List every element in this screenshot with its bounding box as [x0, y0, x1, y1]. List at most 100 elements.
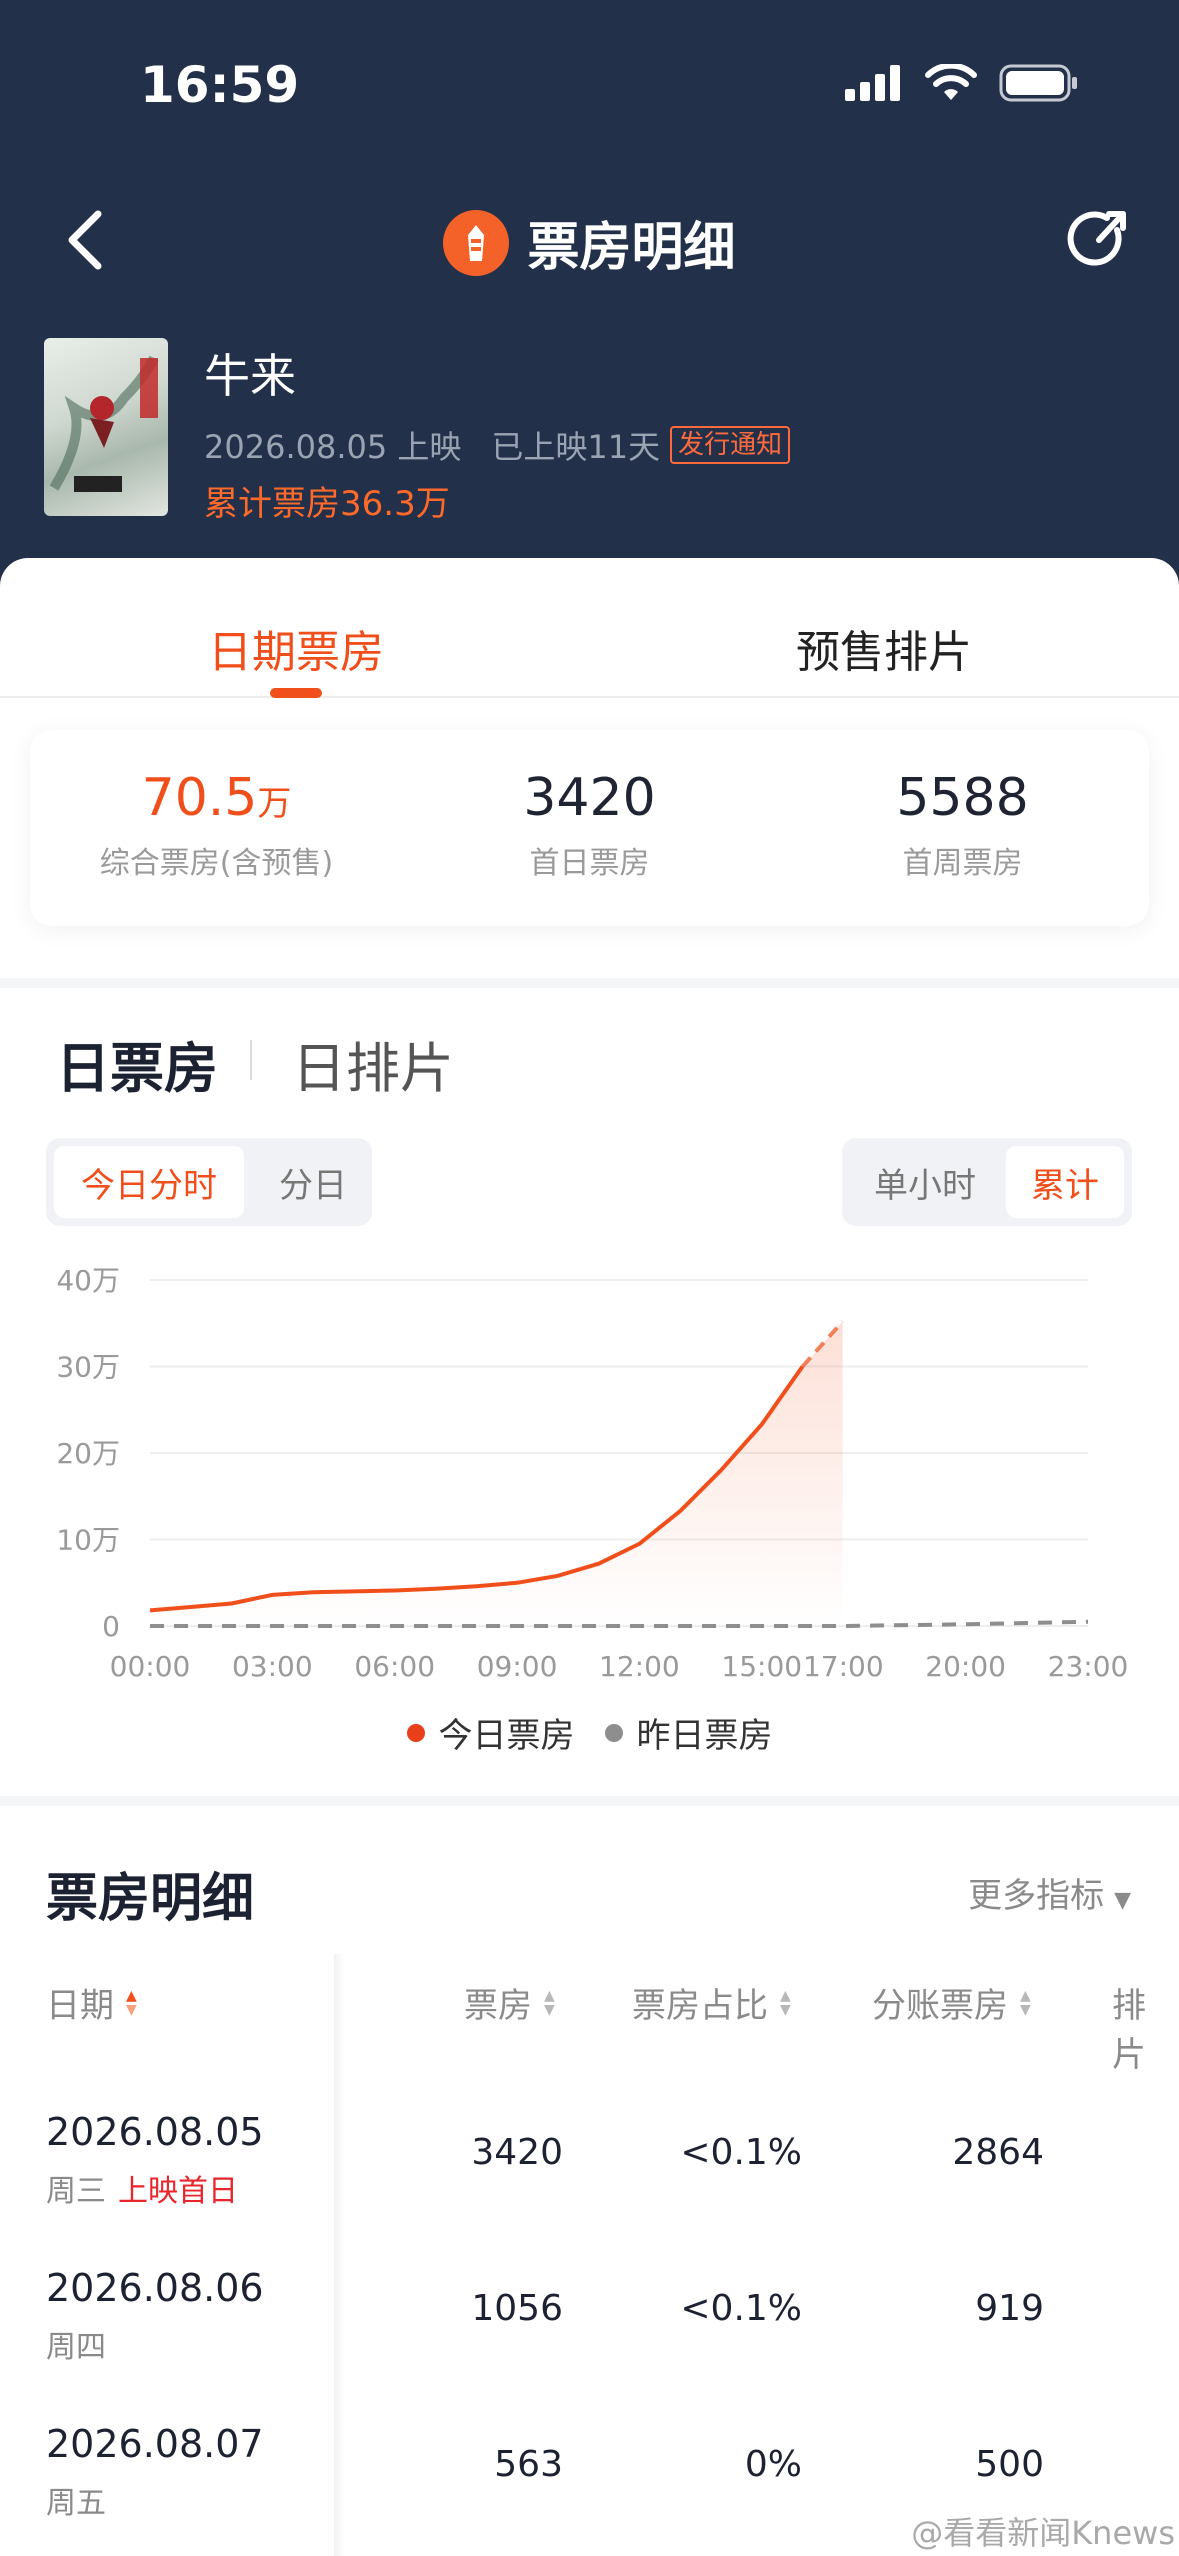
- stat-total-value: 70.5: [141, 768, 258, 828]
- sort-icon: ▲ ▼: [544, 1987, 555, 2018]
- wifi-icon: [925, 64, 977, 100]
- legend-dot-yesterday: [604, 1723, 623, 1742]
- row-date: 2026.08.05: [46, 2110, 264, 2154]
- row-share: <0.1%: [680, 2132, 802, 2173]
- y-tick-label: 40万: [56, 1264, 120, 1297]
- seg-cumulative[interactable]: 累计: [1006, 1146, 1124, 1218]
- x-tick-label: 00:00: [110, 1650, 191, 1683]
- stat-first-day-value: 3420: [523, 768, 656, 828]
- seg-by-day[interactable]: 分日: [268, 1146, 358, 1218]
- header-box[interactable]: 票房 ▲ ▼: [464, 1978, 555, 2027]
- x-tick-label: 03:00: [232, 1650, 313, 1683]
- legend-dot-today: [406, 1723, 425, 1742]
- row-weekday: 周五: [46, 2486, 106, 2521]
- seg-single-hour[interactable]: 单小时: [862, 1146, 988, 1218]
- header-schedule-label: 排片: [1112, 1986, 1146, 2075]
- battery-icon: [999, 64, 1077, 102]
- header-share[interactable]: 票房占比 ▲ ▼: [632, 1978, 791, 2027]
- page-title: 票房明细: [527, 218, 736, 278]
- more-metrics-button[interactable]: 更多指标 ▼: [968, 1868, 1131, 1917]
- release-notice-badge[interactable]: 发行通知: [670, 426, 791, 464]
- table-card: 票房明细 更多指标 ▼ 日期 ▲ ▼ 票房 ▲ ▼ 票房占比 ▲ ▼ 分账票房 ▲ ▼ 排…: [0, 1806, 1179, 2556]
- status-time: 16:59: [140, 56, 300, 114]
- total-box-office: 累计票房36.3万: [204, 484, 450, 524]
- row-tag: 上映首日: [118, 2174, 238, 2209]
- watermark: @看看新闻Knews: [911, 2514, 1175, 2552]
- header-date-label: 日期: [46, 1986, 114, 2026]
- header-box-label: 票房: [464, 1986, 532, 2026]
- x-tick-label: 06:00: [354, 1650, 435, 1683]
- legend-today-label: 今日票房: [438, 1716, 575, 1756]
- x-tick-label: 20:00: [925, 1650, 1006, 1683]
- days-showing: 已上映11天: [491, 428, 661, 466]
- table-row[interactable]: 2026.08.05 周三 上映首日 3420 <0.1% 2864: [0, 2096, 1179, 2252]
- header-date[interactable]: 日期 ▲ ▼: [46, 1978, 137, 2027]
- tab-bar: 日期票房 预售排片: [0, 558, 1179, 698]
- sort-icon: ▲ ▼: [1020, 1987, 1031, 2018]
- row-date: 2026.08.07: [46, 2422, 264, 2466]
- tab-underline: [270, 688, 322, 698]
- x-tick-label: 17:00: [803, 1650, 884, 1683]
- signal-icon: [845, 65, 900, 101]
- sort-icon: ▲ ▼: [780, 1987, 791, 2018]
- x-tick-label: 23:00: [1048, 1650, 1129, 1683]
- row-split: 500: [975, 2444, 1044, 2485]
- row-split: 2864: [952, 2132, 1044, 2173]
- movie-meta: 2026.08.05 上映 已上映11天 发行通知: [204, 422, 791, 468]
- stat-first-week-label: 首周票房: [902, 846, 1023, 881]
- header-share-label: 票房占比: [632, 1986, 768, 2026]
- movie-title: 牛来: [204, 349, 296, 403]
- chart-legend: 今日票房 昨日票房: [0, 1708, 1179, 1757]
- legend-yesterday-label: 昨日票房: [636, 1716, 773, 1756]
- stats-summary: 70.5万 综合票房(含预售) 3420 首日票房 5588 首周票房: [30, 730, 1149, 926]
- more-metrics-label: 更多指标: [968, 1876, 1105, 1916]
- table-row[interactable]: 2026.08.06 周四 1056 <0.1% 919: [0, 2252, 1179, 2408]
- tab-date-box-office[interactable]: 日期票房: [208, 616, 384, 680]
- share-icon[interactable]: [1065, 206, 1131, 272]
- stat-first-day-label: 首日票房: [529, 846, 650, 881]
- header-split-label: 分账票房: [872, 1986, 1008, 2026]
- row-share: <0.1%: [680, 2288, 802, 2329]
- time-mode-toggle: 今日分时 分日: [46, 1138, 372, 1226]
- tab-daily-box-office[interactable]: 日票房: [56, 1024, 218, 1103]
- box-office-chart[interactable]: 40万 30万 20万 10万 0 00:00 03:00 06:00 09:00 12:00 1…: [0, 1250, 1179, 1690]
- legend-today[interactable]: 今日票房: [406, 1708, 575, 1757]
- status-icons: [845, 64, 1079, 102]
- row-split: 919: [975, 2288, 1044, 2329]
- y-tick-label: 30万: [56, 1351, 120, 1384]
- divider: [250, 1040, 252, 1080]
- header: 16:59 票房明细 牛来 2026.08.05 上映 已上映11天 发行通知 …: [0, 0, 1179, 620]
- aggregate-toggle: 单小时 累计: [842, 1138, 1132, 1226]
- nav-title: 票房明细: [0, 205, 1179, 280]
- y-tick-label: 10万: [56, 1524, 120, 1557]
- logo-icon: [443, 209, 510, 276]
- table-title: 票房明细: [46, 1869, 255, 1929]
- y-tick-label: 0: [102, 1610, 120, 1643]
- stat-total-unit: 万: [257, 784, 292, 824]
- tab-daily-schedule[interactable]: 日排片: [292, 1024, 454, 1103]
- stat-first-week[interactable]: 5588 首周票房: [776, 768, 1149, 882]
- caret-down-icon: ▼: [1114, 1888, 1131, 1913]
- stat-first-day[interactable]: 3420 首日票房: [403, 768, 776, 882]
- row-box: 563: [494, 2444, 563, 2485]
- movie-poster[interactable]: [44, 338, 168, 516]
- header-schedule[interactable]: 排片: [1112, 1978, 1179, 2076]
- row-weekday: 周三: [46, 2174, 106, 2209]
- legend-yesterday[interactable]: 昨日票房: [604, 1708, 773, 1757]
- row-box: 3420: [471, 2132, 563, 2173]
- x-tick-label: 12:00: [599, 1650, 680, 1683]
- row-box: 1056: [471, 2288, 563, 2329]
- seg-today-hourly[interactable]: 今日分时: [54, 1146, 244, 1218]
- x-tick-label: 09:00: [477, 1650, 558, 1683]
- release-date: 2026.08.05 上映: [204, 428, 462, 466]
- row-weekday: 周四: [46, 2330, 106, 2365]
- row-date: 2026.08.06: [46, 2266, 264, 2310]
- sort-icon: ▲ ▼: [126, 1987, 137, 2018]
- stat-total[interactable]: 70.5万 综合票房(含预售): [30, 768, 403, 882]
- stat-total-label: 综合票房(含预售): [99, 846, 334, 881]
- chart-card: 日票房 日排片 今日分时 分日 单小时 累计 40万 30万 20万 10万 0 00:…: [0, 988, 1179, 1796]
- tab-presale-schedule[interactable]: 预售排片: [796, 616, 972, 680]
- x-tick-label: 15:00: [721, 1650, 802, 1683]
- header-split[interactable]: 分账票房 ▲ ▼: [872, 1978, 1031, 2027]
- row-share: 0%: [744, 2444, 802, 2485]
